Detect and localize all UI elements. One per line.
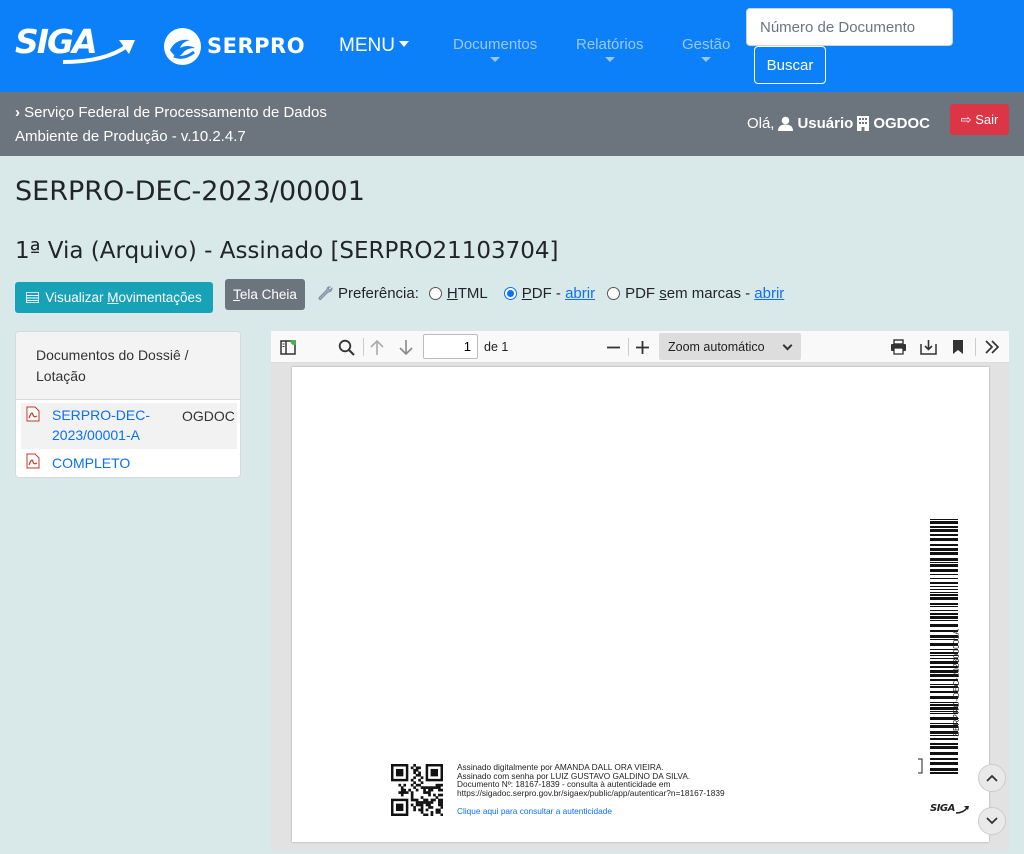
zoom-in-icon[interactable] (632, 337, 652, 357)
via-title: 1ª Via (Arquivo) - Assinado [SERPRO21103… (15, 238, 559, 264)
top-navbar: SIGA SERPRO MENU Documentos Relatórios G… (0, 0, 1024, 92)
environment-version: Ambiente de Produção - v.10.2.4.7 (15, 128, 246, 145)
double-chevron-right-icon[interactable] (982, 337, 1002, 357)
arrow-up-icon[interactable] (367, 337, 387, 357)
chevron-down-icon (782, 340, 793, 351)
logout-button[interactable]: ⇨ Sair (950, 104, 1009, 135)
radio-pdf[interactable] (503, 287, 517, 300)
list-icon (26, 292, 40, 303)
caret-down-icon (701, 57, 712, 62)
dossie-complete-link[interactable]: COMPLETO (52, 453, 130, 473)
caret-down-icon (490, 57, 501, 62)
authenticity-link[interactable]: Clique aqui para consultar a autenticida… (457, 806, 612, 816)
zoom-out-icon[interactable] (603, 337, 623, 357)
main-menu-toggle[interactable]: MENU (339, 35, 409, 57)
option-pdf-label[interactable]: PDF (522, 285, 552, 302)
page-number-input[interactable] (423, 334, 478, 359)
arrow-down-icon[interactable] (396, 337, 416, 357)
building-icon (857, 116, 870, 131)
chevron-up-icon (986, 774, 998, 782)
bracket-mark (918, 758, 923, 774)
qr-code (391, 764, 443, 816)
sidebar-toggle-icon[interactable] (278, 337, 298, 357)
user-greeting: Olá, Usuário OGDOC (746, 115, 930, 132)
chevron-down-icon (986, 817, 998, 825)
serpro-emblem-icon (164, 27, 201, 65)
siga-footer-logo: SIGA (930, 803, 955, 814)
wrench-icon (318, 286, 333, 301)
info-bar: › Serviço Federal de Processamento de Da… (0, 92, 1024, 156)
siga-arrow-icon (62, 40, 135, 64)
scroll-up-button[interactable] (978, 764, 1006, 792)
organization-name: › Serviço Federal de Processamento de Da… (15, 104, 327, 121)
org-name[interactable]: OGDOC (873, 115, 930, 132)
barcode-text: SERPRO-DEC-202300001A (952, 629, 961, 737)
chevron-right-icon: › (15, 104, 20, 121)
signature-block: Assinado digitalmente por AMANDA DALL OR… (457, 762, 725, 798)
user-icon (778, 116, 794, 131)
page-title: SERPRO-DEC-2023/00001 (15, 176, 365, 207)
pdf-toolbar: de 1 Zoom automático (271, 331, 1009, 363)
document-number-input[interactable] (746, 8, 953, 46)
search-icon[interactable] (336, 337, 356, 357)
open-pdf-no-marks-link[interactable]: abrir (754, 285, 784, 302)
bookmark-icon[interactable] (948, 337, 968, 357)
pdf-file-icon (26, 406, 40, 422)
option-html-label[interactable]: HTML (447, 285, 488, 302)
dossie-doc-link[interactable]: SERPRO-DEC- 2023/00001-A (52, 405, 150, 445)
zoom-select[interactable]: Zoom automático (659, 333, 801, 360)
view-preference: Preferência: HTML PDF - abrir PDF sem ma… (317, 285, 784, 302)
caret-down-icon (604, 57, 615, 62)
dossie-doc-lotacao: OGDOC (182, 408, 235, 424)
siga-arrow-icon (956, 806, 969, 814)
open-pdf-link[interactable]: abrir (565, 285, 595, 302)
nav-gestao[interactable]: Gestão (682, 36, 730, 62)
pdf-viewer: de 1 Zoom automático Assinado digital (271, 331, 1009, 851)
siga-logo[interactable]: SIGA (15, 22, 140, 68)
caret-down-icon (398, 41, 409, 48)
page-count: de 1 (484, 340, 509, 354)
view-movements-button[interactable]: Visualizar Movimentações (15, 282, 213, 313)
fullscreen-button[interactable]: Tela Cheia (225, 279, 305, 310)
user-name[interactable]: Usuário (797, 115, 853, 132)
radio-pdf-no-marks[interactable] (607, 287, 621, 300)
radio-html[interactable] (428, 287, 442, 300)
search-button[interactable]: Buscar (754, 46, 826, 84)
nav-relatorios[interactable]: Relatórios (576, 36, 644, 62)
print-icon[interactable] (888, 337, 908, 357)
nav-documentos[interactable]: Documentos (453, 36, 537, 62)
sign-out-icon: ⇨ (960, 111, 972, 127)
scroll-down-button[interactable] (978, 807, 1006, 835)
option-pdf-no-marks-label[interactable]: PDF sem marcas (625, 285, 741, 302)
download-icon[interactable] (918, 337, 938, 357)
dossie-panel-header: Documentos do Dossiê / Lotação (16, 332, 240, 400)
pdf-page: Assinado digitalmente por AMANDA DALL OR… (292, 367, 989, 842)
dossie-panel: Documentos do Dossiê / Lotação SERPRO-DE… (15, 331, 241, 478)
serpro-logo[interactable]: SERPRO (164, 27, 305, 65)
pdf-file-icon (26, 453, 40, 469)
